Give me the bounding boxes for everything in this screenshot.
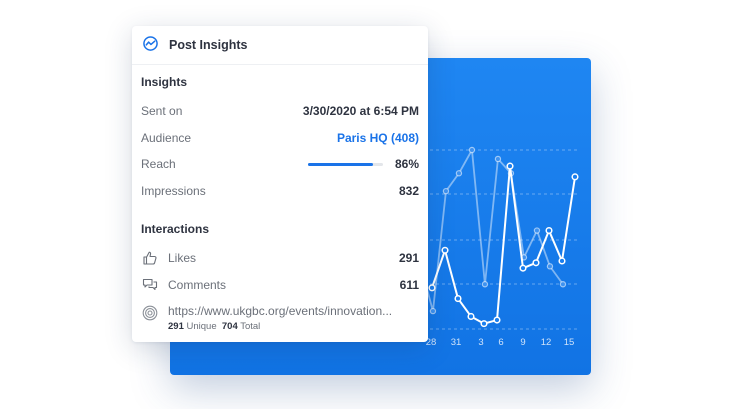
x-tick-label: 12: [541, 337, 552, 348]
likes-label: Likes: [168, 251, 197, 265]
total-label: Total: [240, 321, 261, 332]
target-icon: [142, 305, 158, 321]
series-point-faded: [442, 187, 450, 195]
series-point-faded: [494, 155, 502, 163]
series-point-solid: [428, 284, 436, 292]
comments-value: 611: [399, 278, 419, 292]
sent-on-label: Sent on: [141, 104, 183, 118]
insights-section-title: Insights: [141, 75, 188, 89]
sent-on-row: Sent on 3/30/2020 at 6:54 PM: [141, 104, 419, 122]
card-title: Post Insights: [169, 38, 248, 52]
total-count: 704: [221, 321, 238, 332]
series-point-solid: [571, 173, 579, 181]
reach-value: 86%: [394, 157, 419, 171]
sent-on-value: 3/30/2020 at 6:54 PM: [302, 104, 419, 118]
reach-progress-bar: [308, 163, 383, 166]
series-point-solid: [532, 259, 540, 267]
series-point-faded: [533, 227, 541, 234]
thumbs-up-icon: [143, 251, 157, 265]
insights-chart-icon: [143, 36, 158, 51]
link-url[interactable]: https://www.ukgbc.org/events/innovation.…: [168, 304, 426, 318]
series-point-solid: [480, 320, 488, 328]
series-point-solid: [441, 246, 449, 254]
reach-label: Reach: [141, 157, 176, 171]
unique-count: 291: [168, 321, 184, 332]
interactions-section-title: Interactions: [141, 222, 210, 236]
series-point-faded: [468, 146, 476, 154]
likes-value: 291: [398, 251, 419, 265]
post-insights-card: Post Insights Insights Sent on 3/30/2020…: [132, 26, 428, 342]
series-point-faded: [429, 307, 437, 315]
series-point-solid: [454, 295, 462, 303]
link-stats: 291 Unique 704 Total: [168, 321, 260, 332]
series-point-solid: [545, 227, 553, 235]
impressions-label: Impressions: [141, 184, 206, 198]
x-tick-label: 31: [451, 337, 462, 348]
x-tick-label: 3: [478, 337, 483, 348]
comments-row: Comments 611: [141, 278, 419, 296]
x-tick-label: 6: [498, 337, 503, 348]
comment-icon: [142, 278, 158, 291]
reach-progress-fill: [308, 163, 373, 166]
series-point-solid: [493, 316, 501, 324]
x-tick-label: 9: [520, 337, 525, 348]
series-point-faded: [559, 281, 567, 288]
series-point-faded: [455, 170, 463, 177]
likes-row: Likes 291: [141, 251, 419, 269]
card-header: Post Insights: [132, 26, 428, 65]
series-point-solid: [558, 257, 566, 265]
x-tick-label: 15: [564, 337, 575, 348]
series-point-solid: [467, 312, 475, 321]
audience-label: Audience: [141, 131, 192, 145]
unique-label: Unique: [186, 321, 217, 332]
series-point-faded: [546, 263, 554, 270]
impressions-value: 832: [398, 184, 419, 198]
audience-row: Audience Paris HQ (408): [141, 131, 419, 149]
comments-label: Comments: [168, 278, 227, 292]
series-line-faded: [406, 149, 564, 321]
series-point-solid: [519, 264, 527, 272]
series-line-solid: [431, 165, 576, 325]
link-clicks-row: https://www.ukgbc.org/events/innovation.…: [141, 304, 419, 334]
impressions-row: Impressions 832: [141, 184, 419, 202]
series-point-faded: [481, 281, 489, 288]
reach-row: Reach 86%: [141, 157, 419, 175]
audience-link[interactable]: Paris HQ (408): [337, 131, 419, 145]
series-point-solid: [506, 162, 514, 170]
